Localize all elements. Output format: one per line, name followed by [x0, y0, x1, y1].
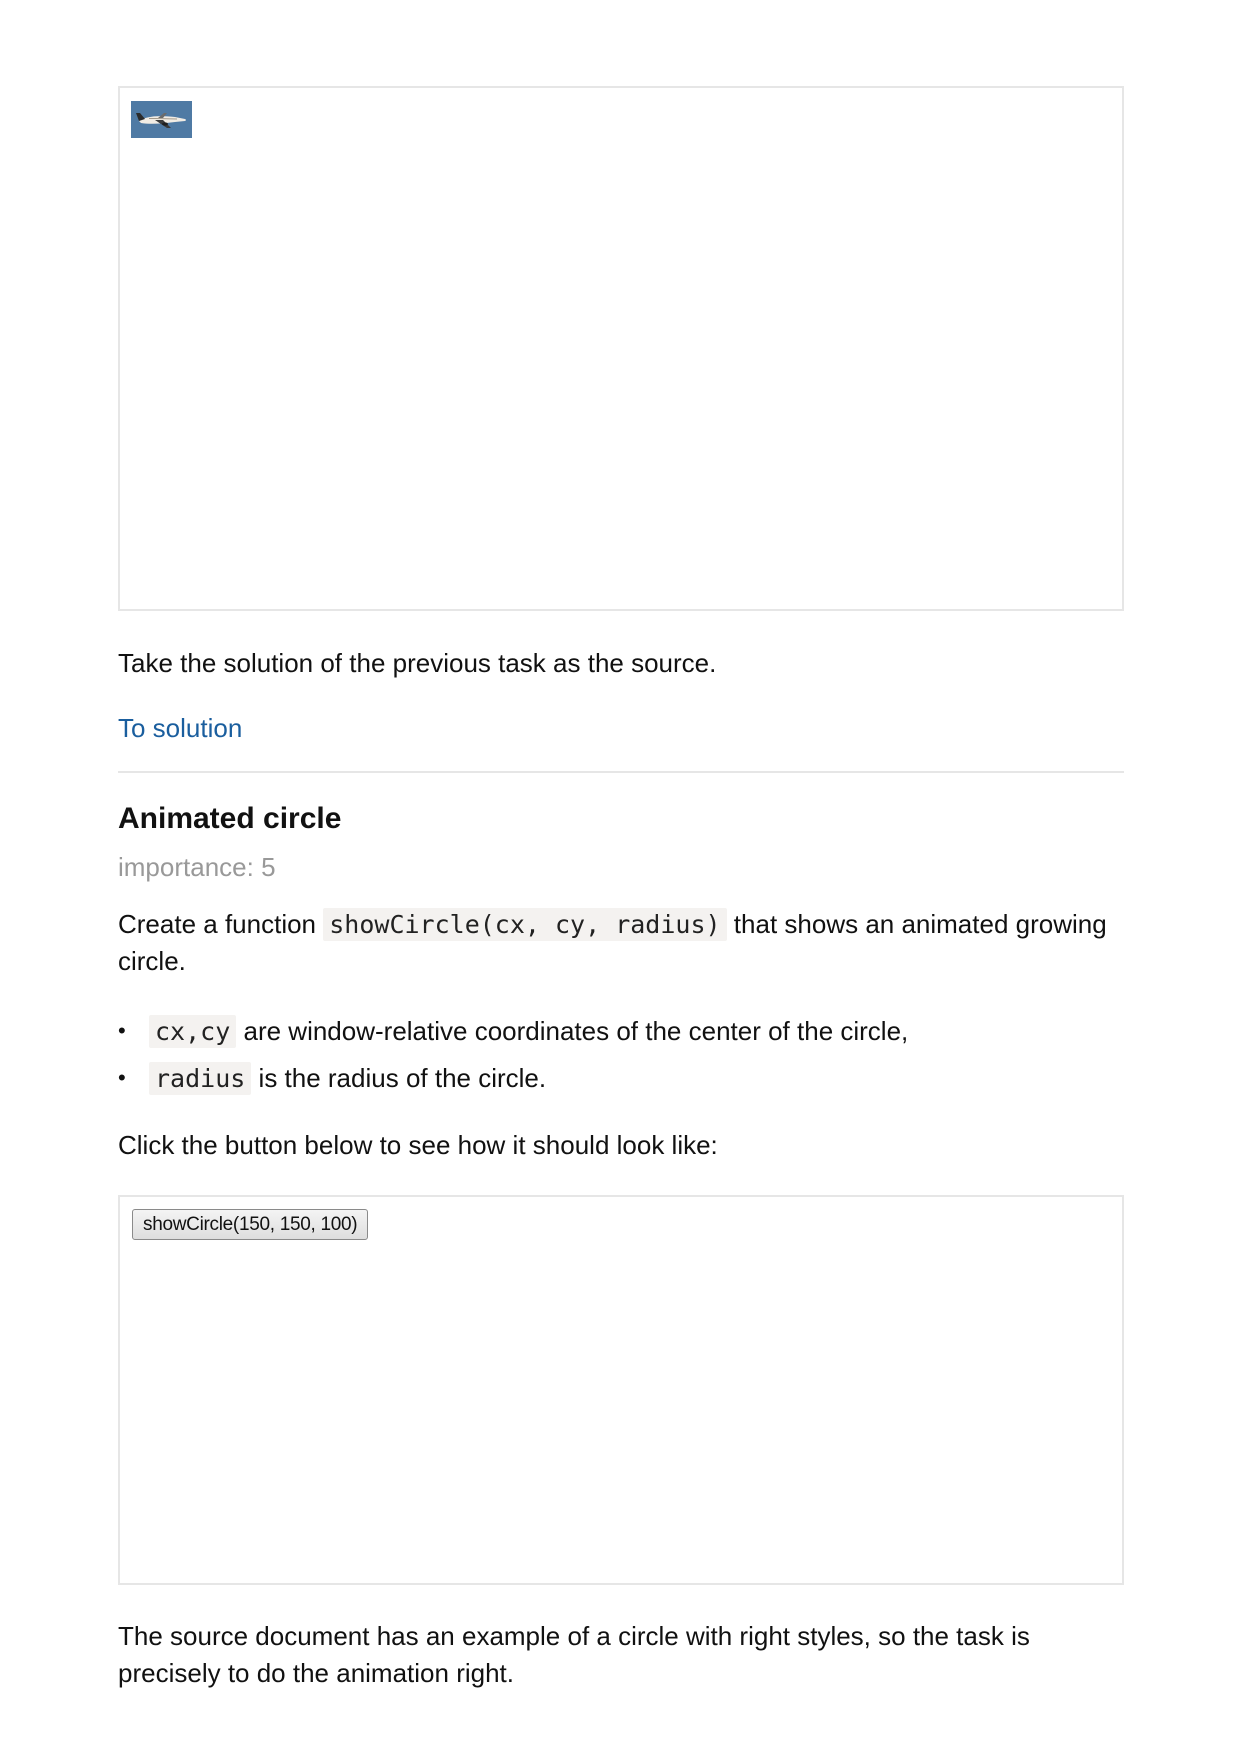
param-code: cx,cy: [149, 1015, 237, 1048]
param-description: is the radius of the circle.: [251, 1063, 547, 1093]
param-description: are window-relative coordinates of the c…: [236, 1016, 909, 1046]
bullet-icon: •: [118, 1018, 126, 1043]
list-item: • radius is the radius of the circle.: [118, 1060, 1124, 1097]
task-intro: Create a function showCircle(cx, cy, rad…: [118, 906, 1124, 980]
parameter-list: • cx,cy are window-relative coordinates …: [118, 1013, 1124, 1107]
footer-note: The source document has an example of a …: [118, 1621, 1030, 1688]
to-solution-link[interactable]: To solution: [118, 710, 242, 747]
task-intro-before: Create a function: [118, 909, 324, 939]
demo-frame-previous: [118, 86, 1124, 611]
plane-image: [131, 101, 192, 138]
task-title: Animated circle: [118, 802, 342, 835]
importance-label: importance: 5: [118, 852, 276, 882]
previous-task-instruction: Take the solution of the previous task a…: [118, 648, 717, 678]
task-divider: [118, 771, 1124, 773]
function-signature-code: showCircle(cx, cy, radius): [323, 908, 727, 941]
param-code: radius: [149, 1062, 252, 1095]
show-circle-button[interactable]: showCircle(150, 150, 100): [132, 1209, 369, 1240]
click-hint: Click the button below to see how it sho…: [118, 1130, 718, 1160]
list-item: • cx,cy are window-relative coordinates …: [118, 1013, 1124, 1050]
demo-frame-circle: showCircle(150, 150, 100): [118, 1195, 1124, 1585]
bullet-icon: •: [118, 1065, 126, 1090]
